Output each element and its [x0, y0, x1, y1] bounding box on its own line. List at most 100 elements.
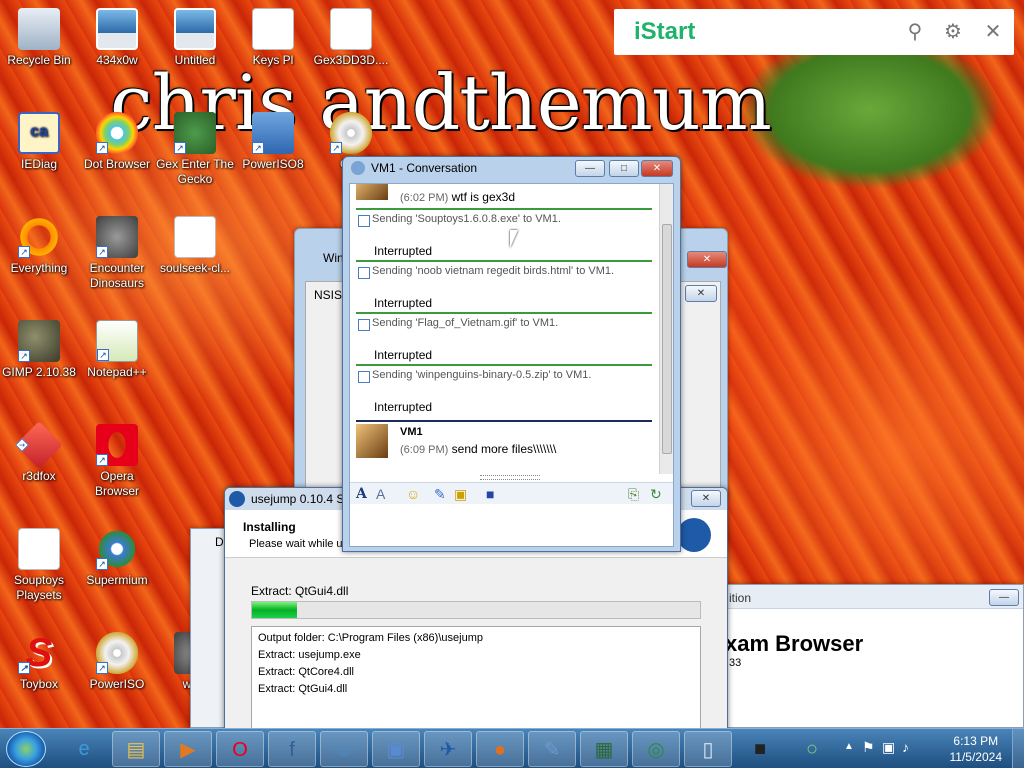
log-line: Extract: usejump.exe — [258, 649, 361, 661]
gecko-icon: ↗ — [174, 112, 216, 154]
paint-icon[interactable]: ✎ — [528, 731, 576, 767]
desktop-icon[interactable]: Keys Pl — [234, 8, 312, 68]
desktop-icon[interactable]: ↗ PowerISO8 — [234, 112, 312, 172]
scrollbar-thumb[interactable] — [662, 224, 672, 454]
minimize-button[interactable]: — — [575, 160, 605, 177]
desktop-icon[interactable]: Recycle Bin — [0, 8, 78, 68]
close-button[interactable]: ✕ — [687, 251, 727, 268]
message-scrollbar[interactable] — [659, 184, 673, 474]
maximize-button[interactable]: □ — [609, 160, 639, 177]
close-button[interactable]: ✕ — [685, 285, 717, 302]
desktop-icon[interactable]: Souptoys Playsets — [0, 528, 78, 603]
desktop-icon-label: r3dfox — [22, 469, 56, 483]
message-input[interactable] — [350, 506, 673, 546]
install-log[interactable]: Output folder: C:\Program Files (x86)\us… — [251, 626, 701, 736]
package-icon[interactable]: ▣ — [372, 731, 420, 767]
flag-icon[interactable]: ⚑ — [862, 739, 875, 756]
clock[interactable]: 6:13 PM 11/5/2024 — [950, 733, 1003, 765]
file-icon — [358, 319, 370, 331]
firefox-icon[interactable]: ● — [476, 731, 524, 767]
attach-icon[interactable]: ⎘ — [628, 486, 639, 502]
shortcut-arrow-icon: ↗ — [15, 438, 29, 452]
shortcut-arrow-icon: ↗ — [18, 246, 30, 258]
transfer-description: Sending 'noob vietnam regedit birds.html… — [372, 265, 615, 277]
desktop-icon[interactable]: ↗ Opera Browser — [78, 424, 156, 499]
emoticon-icon[interactable]: ☺ — [406, 486, 420, 502]
text-style-icon[interactable]: A — [376, 486, 385, 502]
desktop-icon[interactable]: ↗ r3dfox — [0, 421, 78, 484]
dinosaur-icon: ↗ — [96, 216, 138, 258]
conversation-titlebar[interactable]: VM1 - Conversation — □ ✕ — [343, 157, 680, 181]
history-icon[interactable]: ↻ — [650, 486, 662, 502]
show-desktop-button[interactable] — [1012, 729, 1024, 768]
font-icon[interactable]: A — [356, 486, 367, 502]
show-hidden-icons-icon[interactable]: ▲ — [844, 741, 854, 752]
desktop-icon[interactable]: ↗ Everything — [0, 216, 78, 276]
volume-muted-icon[interactable]: ♪ — [902, 739, 909, 755]
current-action: Extract: QtGui4.dll — [251, 584, 349, 598]
transfer-status: Interrupted — [374, 244, 433, 258]
message-history[interactable]: (6:02 PM) wtf is gex3d Sending 'Souptoys… — [350, 184, 660, 474]
file-explorer-icon[interactable]: ▤ — [112, 731, 160, 767]
start-button[interactable] — [6, 731, 46, 767]
window-icon[interactable]: ▦ — [580, 731, 628, 767]
exam-browser-window[interactable]: ition — xam Browser 33 — [725, 584, 1024, 728]
document-icon[interactable]: ▯ — [684, 731, 732, 767]
network-icon[interactable]: ▣ — [882, 739, 895, 756]
usejump-logo-icon — [677, 518, 711, 552]
close-icon[interactable]: ✕ — [980, 19, 1006, 45]
close-button[interactable]: ✕ — [641, 160, 673, 177]
disc-icon: ↗ — [330, 112, 372, 154]
close-button[interactable]: ✕ — [691, 490, 721, 507]
desktop-icon[interactable]: Untitled — [156, 8, 234, 68]
installer-subheading: Please wait while us — [249, 538, 349, 550]
gear-icon[interactable]: ⚙ — [940, 19, 966, 45]
desktop-icon[interactable]: 434x0w — [78, 8, 156, 68]
search-icon[interactable]: ⚲ — [902, 19, 928, 45]
conversation-window[interactable]: VM1 - Conversation — □ ✕ (6:02 PM) wtf i… — [342, 156, 681, 552]
shortcut-arrow-icon: ↗ — [96, 454, 108, 466]
messenger-icon[interactable]: ☺ — [320, 731, 368, 767]
exam-window-title: ition — [729, 591, 752, 605]
desktop-icon[interactable]: ↗ PowerISO — [78, 632, 156, 692]
desktop-icon[interactable]: ↗ Encounter Dinosaurs — [78, 216, 156, 291]
splitter-handle[interactable] — [480, 475, 540, 480]
shortcut-arrow-icon: ↗ — [330, 142, 342, 154]
poweriso-icon: ↗ — [252, 112, 294, 154]
message-time: (6:09 PM) — [400, 444, 449, 456]
send-file-icon[interactable]: ▣ — [454, 486, 467, 502]
dot-browser-icon[interactable]: ○ — [788, 731, 836, 767]
supermium-icon[interactable]: ◎ — [632, 731, 680, 767]
shortcut-arrow-icon: ↗ — [97, 349, 109, 361]
facebook-icon[interactable]: f — [268, 731, 316, 767]
desktop-icon-label: PowerISO8 — [242, 157, 304, 171]
message-text: send more files\\\\\\\ — [451, 442, 557, 456]
minimize-button[interactable]: — — [989, 589, 1019, 606]
nudge-icon[interactable]: ✎ — [434, 486, 446, 502]
file-transfer-item: Sending 'winpenguins-binary-0.5.zip' to … — [356, 364, 652, 416]
desktop-icon[interactable]: ca IEDiag — [0, 112, 78, 172]
game-icon[interactable]: ■ — [736, 731, 784, 767]
desktop-icon[interactable]: ↗ Gex Enter The Gecko — [156, 112, 234, 187]
desktop-icon[interactable]: ↗ Notepad++ — [78, 320, 156, 380]
desktop-icon[interactable]: ↗ Supermium — [78, 528, 156, 588]
image-file-icon — [174, 8, 216, 50]
opera-icon[interactable]: O — [216, 731, 264, 767]
file-icon — [358, 267, 370, 279]
desktop-icon[interactable]: ↗ Dot Browser — [78, 112, 156, 172]
media-player-icon[interactable]: ▶ — [164, 731, 212, 767]
internet-explorer-icon[interactable]: e — [60, 731, 108, 767]
avatar — [356, 184, 388, 200]
message-text: wtf is gex3d — [451, 190, 516, 204]
save-icon[interactable]: ■ — [486, 486, 494, 502]
message-line: (6:09 PM) send more files\\\\\\\ — [400, 442, 556, 456]
desktop-icon[interactable]: ↗ GIMP 2.10.38 — [0, 320, 78, 380]
log-line: Extract: QtGui4.dll — [258, 683, 348, 695]
usejump-icon[interactable]: ✈ — [424, 731, 472, 767]
message-time: (6:02 PM) — [400, 192, 449, 204]
desktop-icon-label: Recycle Bin — [7, 53, 71, 67]
desktop-icon[interactable]: Gex3DD3D.... — [312, 8, 390, 68]
installer-title: usejump 0.10.4 Se — [251, 492, 352, 506]
desktop-icon[interactable]: S ↗ Toybox — [0, 632, 78, 692]
desktop-icon[interactable]: soulseek-cl... — [156, 216, 234, 276]
